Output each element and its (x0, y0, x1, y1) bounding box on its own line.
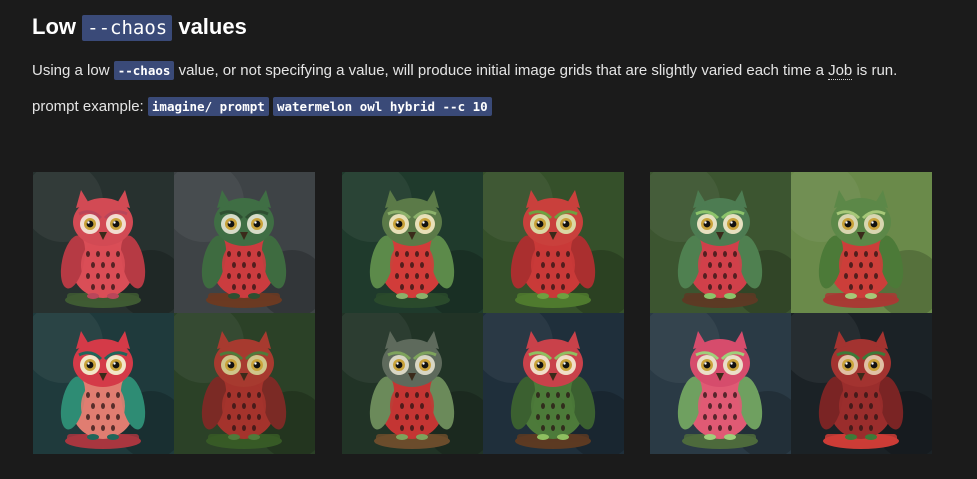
description-code-chip: --chaos (113, 61, 175, 80)
prompt-example-label: prompt example: (32, 98, 144, 115)
image-grid-2 (342, 172, 624, 454)
image-grids (33, 172, 933, 454)
owl-image (174, 313, 315, 454)
owl-image (650, 313, 791, 454)
section-heading: Low --chaos values (32, 10, 932, 44)
job-link[interactable]: Job (828, 62, 853, 80)
prompt-command-chip: imagine/ prompt (147, 97, 269, 116)
owl-illustration (33, 172, 174, 313)
description-before: Using a low (32, 62, 110, 79)
owl-image (483, 172, 624, 313)
owl-illustration (342, 172, 483, 313)
prompt-text-chip: watermelon owl hybrid --c 10 (272, 97, 492, 116)
owl-illustration (483, 313, 624, 454)
owl-illustration (33, 313, 174, 454)
article-section: Low --chaos values Using a low --chaos v… (32, 10, 932, 120)
description-paragraph: Using a low --chaos value, or not specif… (32, 58, 932, 84)
owl-illustration (174, 313, 315, 454)
owl-image (791, 172, 932, 313)
owl-image (791, 313, 932, 454)
image-grid-3 (650, 172, 932, 454)
owl-image (33, 313, 174, 454)
owl-illustration (483, 172, 624, 313)
heading-prefix: Low (32, 14, 76, 39)
owl-illustration (174, 172, 315, 313)
owl-illustration (791, 313, 932, 454)
heading-suffix: values (178, 14, 247, 39)
heading-code-chip: --chaos (82, 15, 173, 41)
owl-image (483, 313, 624, 454)
prompt-example: prompt example: imagine/ prompt watermel… (32, 94, 932, 120)
owl-image (650, 172, 791, 313)
owl-illustration (650, 172, 791, 313)
description-middle: value, or not specifying a value, will p… (178, 62, 824, 79)
image-grid-1 (33, 172, 315, 454)
owl-image (33, 172, 174, 313)
owl-illustration (650, 313, 791, 454)
description-after: is run. (856, 62, 898, 79)
owl-illustration (342, 313, 483, 454)
owl-image (174, 172, 315, 313)
owl-illustration (791, 172, 932, 313)
owl-image (342, 313, 483, 454)
owl-image (342, 172, 483, 313)
